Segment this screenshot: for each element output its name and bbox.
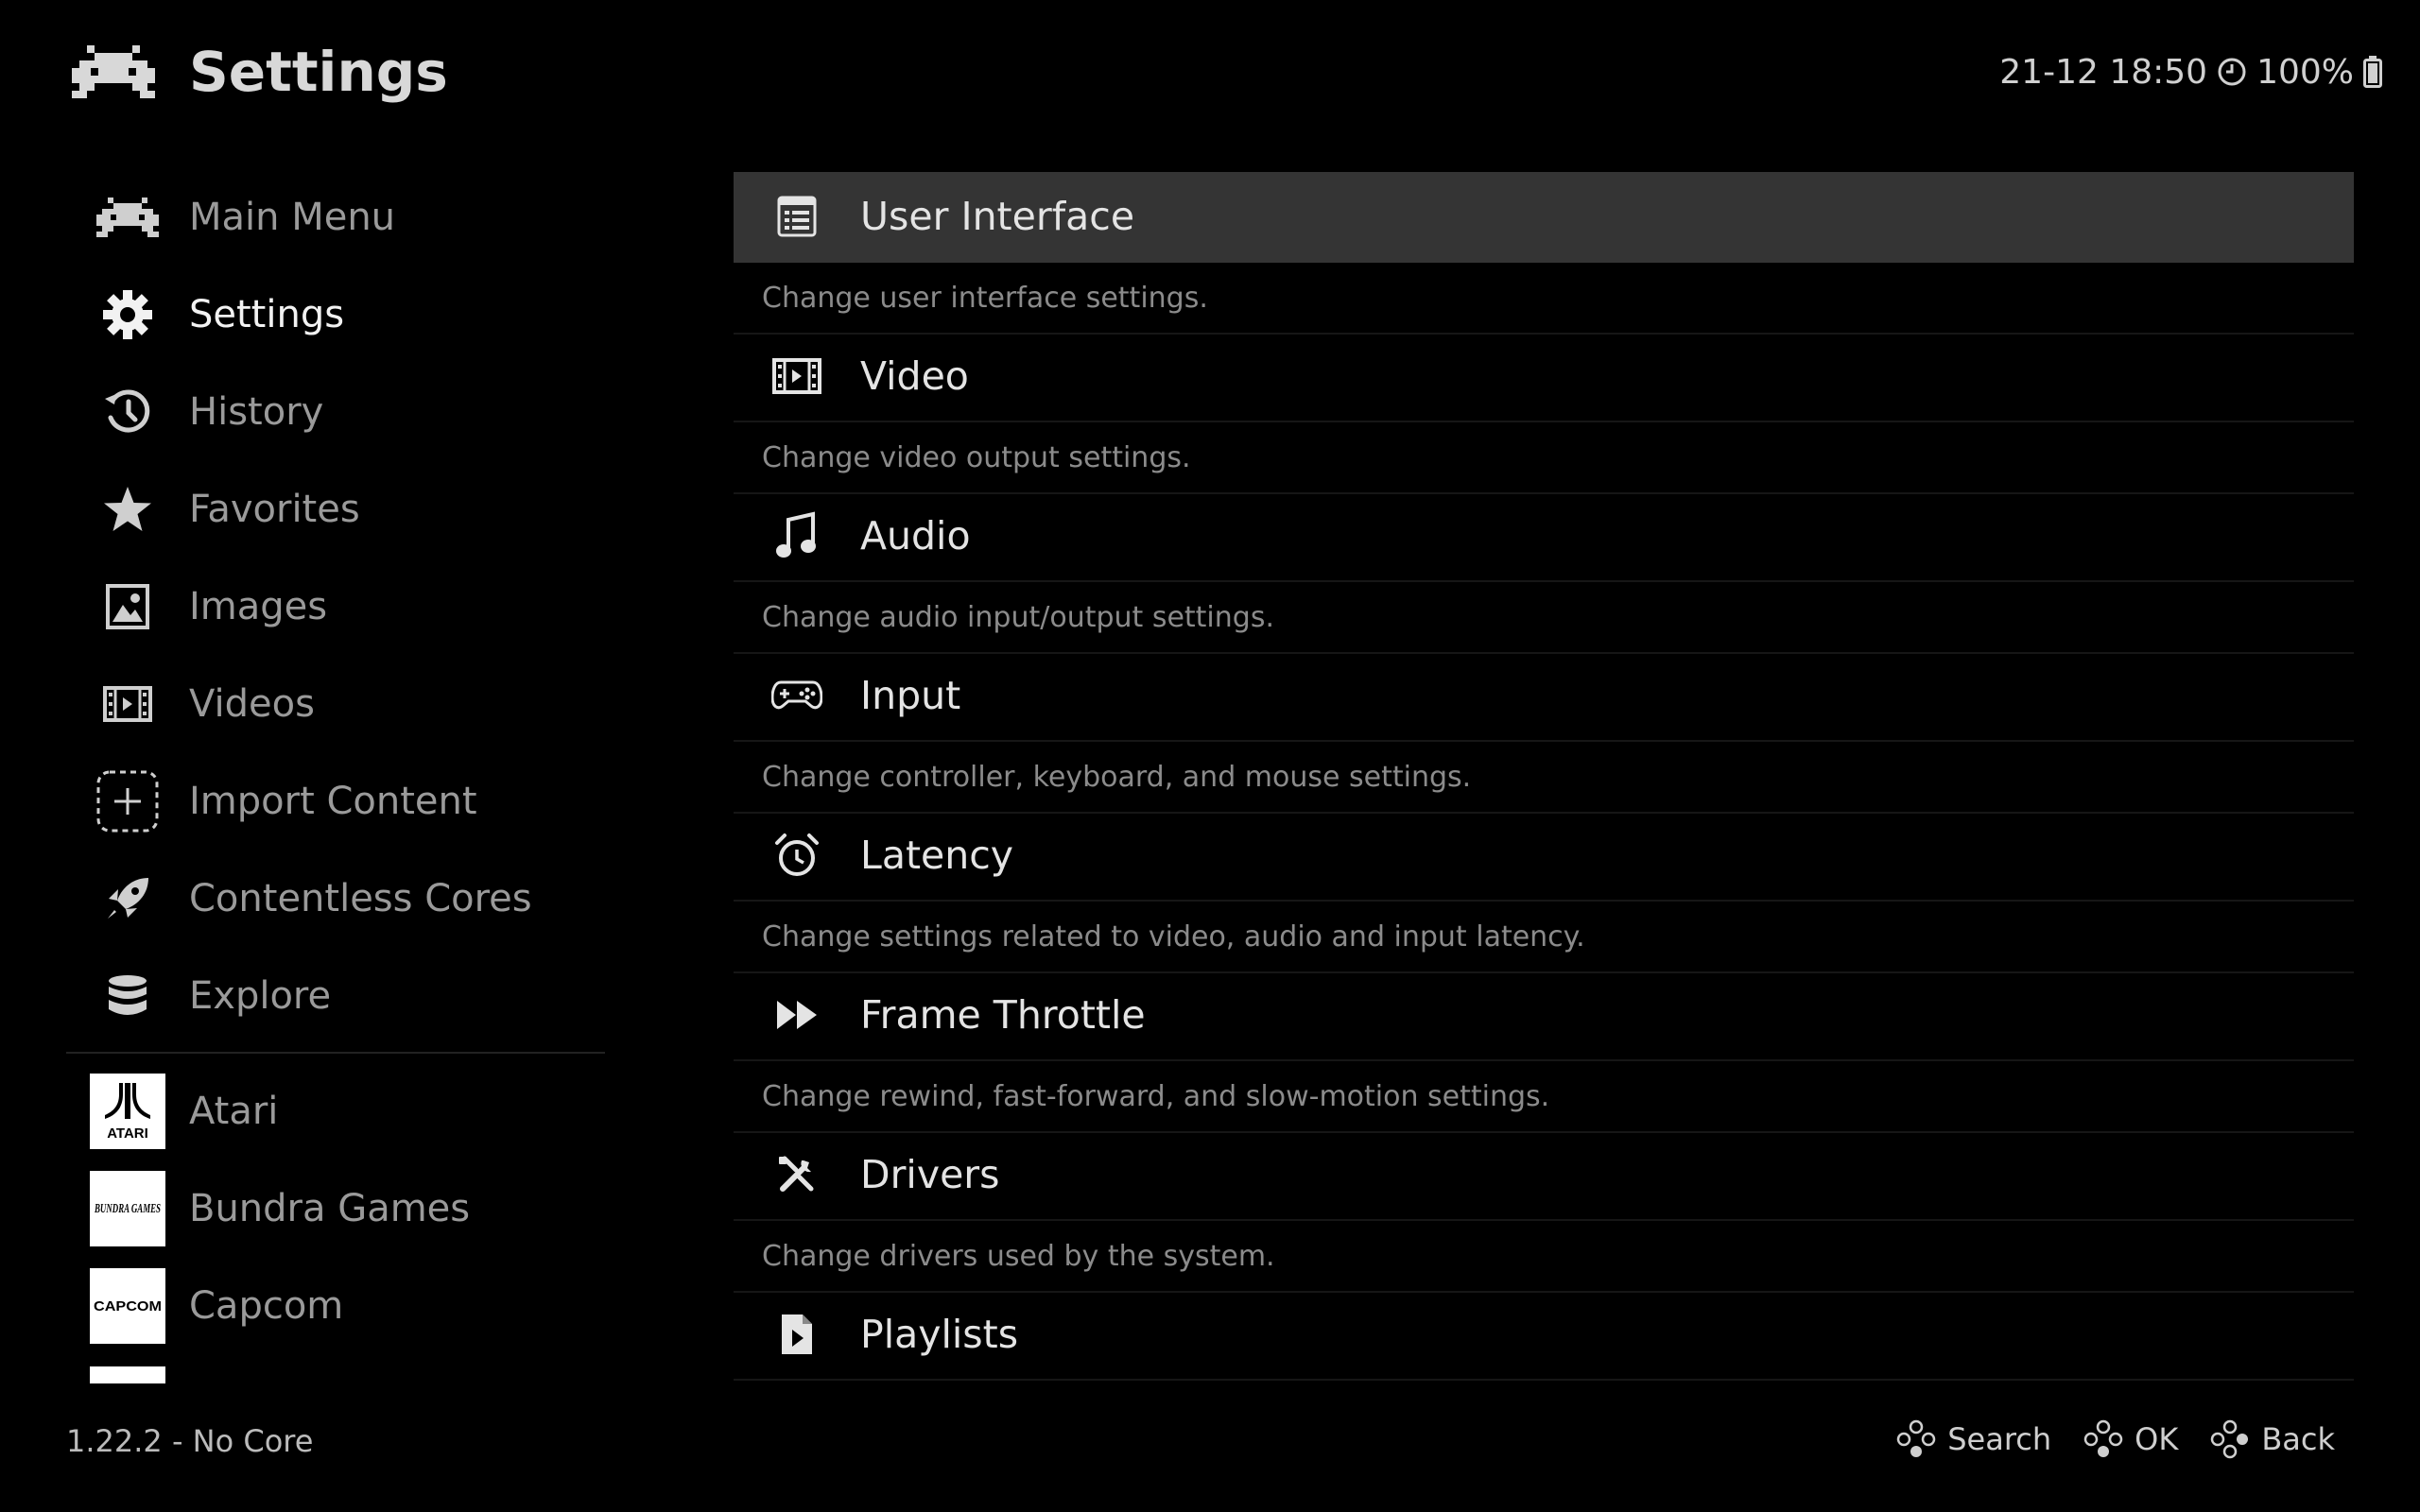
atari-logo-icon: ATARI <box>90 1074 165 1149</box>
menu-item-description: Change video output settings. <box>734 422 2354 494</box>
menu-item-video[interactable]: Video <box>734 332 2354 422</box>
gamepad-icon <box>734 651 860 740</box>
sidebar-item-label: Favorites <box>189 488 360 531</box>
sidebar-item-label: Settings <box>189 293 345 336</box>
sidebar-divider <box>66 1052 605 1054</box>
database-icon <box>66 949 189 1043</box>
capcom-logo-text: CAPCOM <box>94 1298 162 1314</box>
image-icon <box>66 559 189 654</box>
sidebar-item-label: Bundra Games <box>189 1187 471 1230</box>
ui-list-icon <box>734 172 860 261</box>
version-text: 1.22.2 - No Core <box>66 1423 314 1459</box>
sidebar-item-label: Images <box>189 585 328 628</box>
search-hint-label: Search <box>1947 1421 2052 1457</box>
gamepad-buttons-icon <box>1896 1419 1936 1459</box>
menu-item-description: Change drivers used by the system. <box>734 1221 2354 1293</box>
sidebar-item-import-content[interactable]: Import Content <box>66 754 614 849</box>
menu-item-label: Frame Throttle <box>860 992 1146 1038</box>
back-hint-button[interactable]: Back <box>2210 1419 2335 1459</box>
sidebar-item-label: Capcom <box>189 1284 344 1328</box>
menu-item-label: User Interface <box>860 194 1135 239</box>
menu-item-label: Video <box>860 353 969 399</box>
film-icon <box>66 657 189 751</box>
atari-logo-text: ATARI <box>107 1125 148 1142</box>
fast-forward-icon <box>734 971 860 1059</box>
menu-item-audio[interactable]: Audio <box>734 491 2354 582</box>
menu-item-input[interactable]: Input <box>734 651 2354 742</box>
sidebar-playlist-bundra-games[interactable]: BUNDRA GAMES Bundra Games <box>66 1161 614 1256</box>
retroarch-logo-icon <box>72 45 155 98</box>
ok-hint-label: OK <box>2135 1421 2179 1457</box>
sidebar-item-favorites[interactable]: Favorites <box>66 462 614 557</box>
sidebar-item-label: Explore <box>189 974 332 1018</box>
search-hint-button[interactable]: Search <box>1896 1419 2051 1459</box>
sidebar-item-label: Import Content <box>189 780 477 823</box>
history-icon <box>66 365 189 459</box>
menu-item-drivers[interactable]: Drivers <box>734 1130 2354 1221</box>
alarm-clock-icon <box>734 811 860 900</box>
invader-icon <box>66 170 189 265</box>
music-note-icon <box>734 491 860 580</box>
gear-icon <box>66 267 189 362</box>
sidebar-item-videos[interactable]: Videos <box>66 657 614 751</box>
sidebar-item-label: Videos <box>189 682 315 726</box>
sidebar-item-contentless-cores[interactable]: Contentless Cores <box>66 851 614 946</box>
menu-item-playlists[interactable]: Playlists <box>734 1290 2354 1381</box>
menu-item-description: Change audio input/output settings. <box>734 582 2354 654</box>
menu-item-description: Change controller, keyboard, and mouse s… <box>734 742 2354 814</box>
plus-icon <box>66 754 189 849</box>
sidebar-item-explore[interactable]: Explore <box>66 949 614 1043</box>
status-bar: 21-12 18:50 100% <box>1999 47 2382 96</box>
bundra-logo-text: BUNDRA GAMES <box>94 1202 161 1216</box>
sidebar-item-main-menu[interactable]: Main Menu <box>66 170 614 265</box>
sidebar-item-history[interactable]: History <box>66 365 614 459</box>
sidebar-playlist-capcom[interactable]: CAPCOM Capcom <box>66 1259 614 1353</box>
tools-icon <box>734 1130 860 1219</box>
playlist-file-icon <box>734 1290 860 1379</box>
sidebar-playlist-atari[interactable]: ATARI Atari <box>66 1064 614 1159</box>
back-hint-label: Back <box>2261 1421 2335 1457</box>
menu-item-description: Change rewind, fast-forward, and slow-mo… <box>734 1061 2354 1133</box>
sidebar-item-label: Contentless Cores <box>189 877 532 920</box>
capcom-logo-icon: CAPCOM <box>90 1268 165 1344</box>
sidebar-item-label: History <box>189 390 324 434</box>
menu-item-description: Change user interface settings. <box>734 263 2354 335</box>
playlist-logo-partial <box>90 1366 165 1383</box>
star-icon <box>66 462 189 557</box>
sidebar-item-images[interactable]: Images <box>66 559 614 654</box>
menu-item-latency[interactable]: Latency <box>734 811 2354 902</box>
sidebar-item-label: Atari <box>189 1090 279 1133</box>
bundra-logo-icon: BUNDRA GAMES <box>90 1171 165 1246</box>
menu-item-frame-throttle[interactable]: Frame Throttle <box>734 971 2354 1061</box>
menu-item-user-interface[interactable]: User Interface <box>734 172 2354 263</box>
menu-item-label: Drivers <box>860 1152 1000 1197</box>
film-icon <box>734 332 860 421</box>
gamepad-buttons-icon <box>2083 1419 2123 1459</box>
menu-item-label: Audio <box>860 513 971 558</box>
sidebar-item-settings[interactable]: Settings <box>66 267 614 362</box>
battery-percent: 100% <box>2256 52 2354 92</box>
menu-item-label: Latency <box>860 833 1014 878</box>
menu-item-label: Playlists <box>860 1312 1019 1357</box>
ok-hint-button[interactable]: OK <box>2083 1419 2178 1459</box>
page-title: Settings <box>189 40 448 104</box>
rocket-icon <box>66 851 189 946</box>
menu-item-label: Input <box>860 673 961 718</box>
gamepad-buttons-icon <box>2210 1419 2250 1459</box>
clock-icon <box>2217 57 2247 87</box>
menu-item-description: Change settings related to video, audio … <box>734 902 2354 973</box>
sidebar-item-label: Main Menu <box>189 196 396 239</box>
battery-icon <box>2363 56 2382 88</box>
footer-hints: Search OK Back <box>1896 1419 2335 1459</box>
datetime-text: 21-12 18:50 <box>1999 52 2208 92</box>
